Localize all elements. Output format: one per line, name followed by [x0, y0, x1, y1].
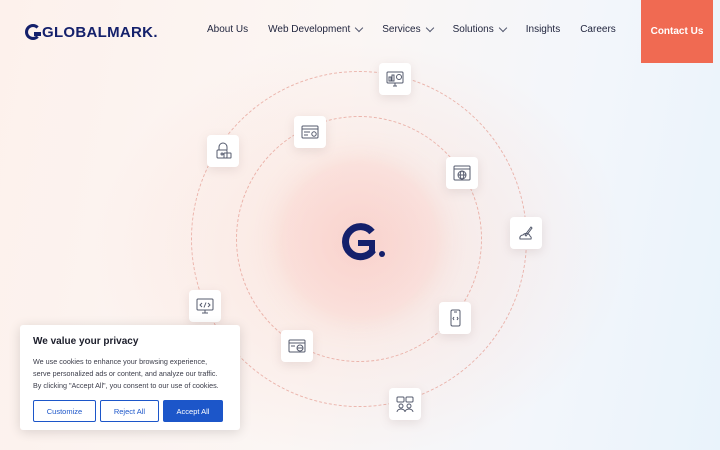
nav-item-about-us[interactable]: About Us	[207, 24, 248, 35]
accept-all-button[interactable]: Accept All	[162, 400, 223, 422]
brand-logo[interactable]: GLOBALMARK .	[25, 22, 158, 42]
nav-item-careers[interactable]: Careers	[580, 24, 616, 35]
cookie-line: By clicking "Accept All", you consent to…	[33, 381, 219, 390]
cookie-title: We value your privacy	[33, 336, 139, 347]
nav-item-solutions[interactable]: Solutions	[452, 23, 507, 35]
cookie-consent-banner: We value your privacy We use cookies to …	[20, 325, 240, 430]
chevron-down-icon	[498, 23, 507, 33]
chevron-down-icon	[354, 23, 364, 33]
nav-item-label: Services	[382, 24, 421, 35]
logo-dot: .	[153, 23, 158, 41]
main-nav: About Us Web Development Services Soluti…	[207, 23, 636, 35]
mobile-code-icon	[439, 302, 471, 334]
nav-item-label: Insights	[525, 24, 561, 35]
brand-name: GLOBALMARK	[42, 23, 154, 41]
nav-item-services[interactable]: Services	[382, 23, 434, 35]
browser-settings-icon	[294, 116, 326, 148]
nav-item-label: Solutions	[452, 24, 494, 35]
web-globe-icon	[446, 157, 478, 189]
code-monitor-icon	[189, 290, 221, 322]
cookie-line: We use cookies to enhance your browsing …	[33, 357, 208, 366]
cookie-button-row: Customize Reject All Accept All	[33, 400, 227, 422]
globalmark-g-logo	[342, 223, 385, 261]
team-chat-icon	[389, 388, 421, 420]
nav-item-insights[interactable]: Insights	[526, 24, 560, 35]
reject-all-button[interactable]: Reject All	[99, 400, 159, 422]
contact-us-button[interactable]: Contact Us	[641, 0, 713, 63]
nav-item-label: Web Development	[268, 24, 351, 35]
rocket-cloud-icon	[510, 217, 542, 249]
nav-item-web-development[interactable]: Web Development	[268, 23, 364, 35]
browser-globe-icon	[281, 330, 313, 362]
nav-item-label: Careers	[580, 24, 616, 35]
site-header: GLOBALMARK . About Us Web Development Se…	[0, 0, 720, 64]
cookie-description: We use cookies to enhance your browsing …	[33, 356, 227, 392]
customize-button[interactable]: Customize	[33, 400, 96, 422]
nav-item-label: About Us	[207, 24, 249, 35]
chevron-down-icon	[425, 23, 434, 33]
cookie-line: serve personalized ads or content, and a…	[33, 369, 218, 378]
logo-g-mark	[25, 24, 41, 40]
analytics-monitor-icon	[379, 63, 411, 95]
lock-security-icon	[207, 135, 239, 167]
